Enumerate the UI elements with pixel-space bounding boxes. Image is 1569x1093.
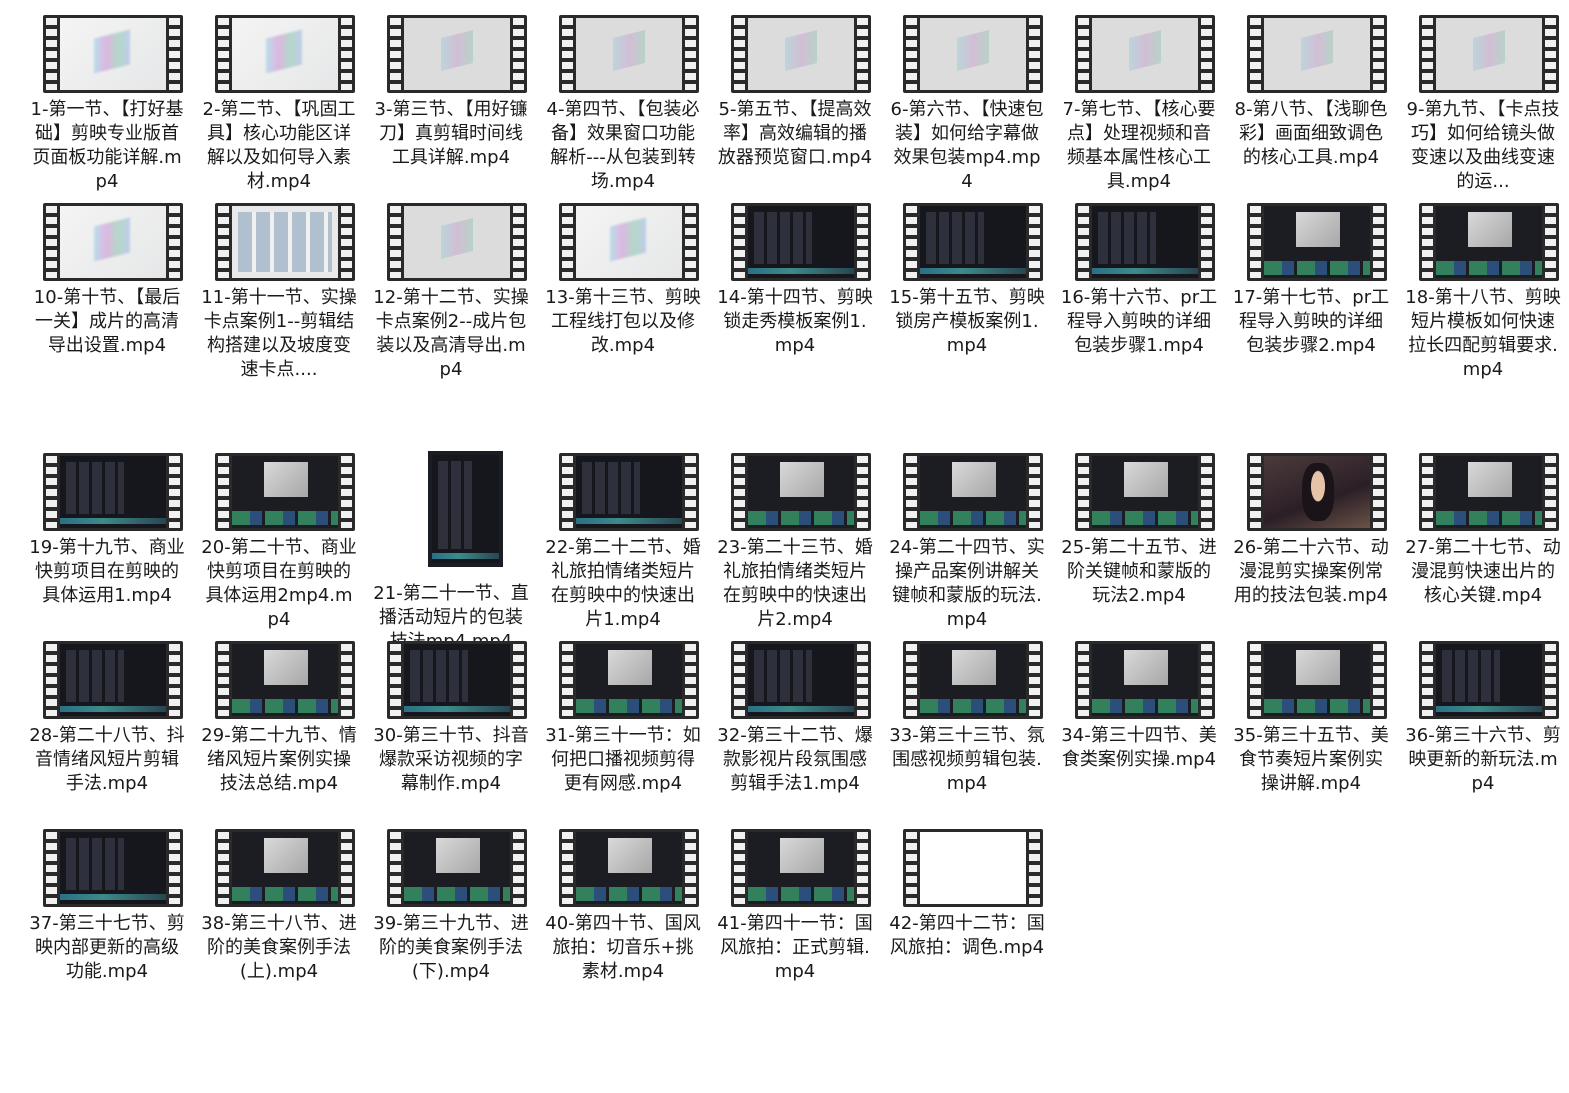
video-thumbnail bbox=[215, 829, 355, 907]
file-name-label: 12-第十二节、实操卡点案例2--成片包装以及高清导出.mp4 bbox=[373, 287, 529, 380]
video-thumbnail bbox=[731, 829, 871, 907]
file-name-label: 18-第十八节、剪映短片模板如何快速拉长四配剪辑要求.mp4 bbox=[1405, 287, 1561, 380]
file-name-label: 30-第三十节、抖音爆款采访视频的字幕制作.mp4 bbox=[373, 725, 529, 794]
video-thumbnail bbox=[1419, 641, 1559, 719]
file-name-label: 16-第十六节、pr工程导入剪映的详细包装步骤1.mp4 bbox=[1060, 287, 1218, 356]
file-name-label: 7-第七节、【核心要点】处理视频和音频基本属性核心工具.mp4 bbox=[1062, 99, 1216, 192]
file-name-label: 5-第五节、【提高效率】高效编辑的播放器预览窗口.mp4 bbox=[717, 99, 873, 168]
video-thumbnail bbox=[43, 15, 183, 93]
video-thumbnail bbox=[428, 451, 503, 567]
video-thumbnail bbox=[731, 15, 871, 93]
file-name-label: 41-第四十一节：国风旅拍：正式剪辑.mp4 bbox=[717, 913, 873, 982]
file-name-label: 40-第四十节、国风旅拍：切音乐+挑素材.mp4 bbox=[545, 913, 701, 982]
file-name-label: 17-第十七节、pr工程导入剪映的详细包装步骤2.mp4 bbox=[1232, 287, 1390, 356]
video-thumbnail bbox=[1075, 641, 1215, 719]
video-thumbnail bbox=[43, 453, 183, 531]
file-name-label: 39-第三十九节、进阶的美食案例手法(下).mp4 bbox=[373, 913, 529, 982]
video-thumbnail bbox=[1419, 453, 1559, 531]
video-thumbnail bbox=[1419, 203, 1559, 281]
file-name-label: 29-第二十九节、情绪风短片案例实操技法总结.mp4 bbox=[201, 725, 357, 794]
file-name-label: 10-第十节、【最后一关】成片的高清导出设置.mp4 bbox=[33, 287, 181, 356]
video-thumbnail bbox=[387, 641, 527, 719]
video-thumbnail bbox=[43, 203, 183, 281]
file-name-label: 20-第二十节、商业快剪项目在剪映的具体运用2mp4.mp4 bbox=[201, 537, 357, 630]
video-thumbnail bbox=[559, 15, 699, 93]
file-name-label: 26-第二十六节、动漫混剪实操案例常用的技法包装.mp4 bbox=[1233, 537, 1389, 606]
file-name-label: 24-第二十四节、实操产品案例讲解关键帧和蒙版的玩法.mp4 bbox=[889, 537, 1045, 630]
video-thumbnail bbox=[731, 453, 871, 531]
file-name-label: 25-第二十五节、进阶关键帧和蒙版的玩法2.mp4 bbox=[1061, 537, 1217, 606]
file-name-label: 32-第三十二节、爆款影视片段氛围感剪辑手法1.mp4 bbox=[717, 725, 873, 794]
video-thumbnail bbox=[215, 15, 355, 93]
video-thumbnail bbox=[215, 641, 355, 719]
file-name-label: 15-第十五节、剪映锁房产模板案例1.mp4 bbox=[889, 287, 1045, 356]
video-thumbnail bbox=[731, 203, 871, 281]
video-thumbnail bbox=[731, 641, 871, 719]
file-name-label: 14-第十四节、剪映锁走秀模板案例1.mp4 bbox=[717, 287, 873, 356]
file-name-label: 4-第四节、【包装必备】效果窗口功能解析---从包装到转场.mp4 bbox=[546, 99, 700, 192]
video-thumbnail bbox=[43, 829, 183, 907]
file-name-label: 13-第十三节、剪映工程线打包以及修改.mp4 bbox=[545, 287, 701, 356]
file-name-label: 1-第一节、【打好基础】剪映专业版首页面板功能详解.mp4 bbox=[30, 99, 184, 192]
video-thumbnail bbox=[215, 453, 355, 531]
file-name-label: 33-第三十三节、氛围感视频剪辑包装.mp4 bbox=[889, 725, 1045, 794]
video-thumbnail bbox=[903, 203, 1043, 281]
video-thumbnail bbox=[1247, 15, 1387, 93]
file-name-label: 23-第二十三节、婚礼旅拍情绪类短片在剪映中的快速出片2.mp4 bbox=[717, 537, 873, 630]
file-name-label: 9-第九节、【卡点技巧】如何给镜头做变速以及曲线变速的运... bbox=[1406, 99, 1560, 192]
video-thumbnail bbox=[1247, 453, 1387, 531]
video-thumbnail bbox=[903, 641, 1043, 719]
video-thumbnail bbox=[387, 203, 527, 281]
file-name-label: 11-第十一节、实操卡点案例1--剪辑结构搭建以及坡度变速卡点.... bbox=[201, 287, 357, 380]
file-name-label: 22-第二十二节、婚礼旅拍情绪类短片在剪映中的快速出片1.mp4 bbox=[545, 537, 701, 630]
video-thumbnail bbox=[559, 829, 699, 907]
file-name-label: 2-第二节、【巩固工具】核心功能区详解以及如何导入素材.mp4 bbox=[202, 99, 356, 192]
file-name-label: 34-第三十四节、美食类案例实操.mp4 bbox=[1061, 725, 1217, 770]
file-name-label: 36-第三十六节、剪映更新的新玩法.mp4 bbox=[1405, 725, 1561, 794]
file-name-label: 19-第十九节、商业快剪项目在剪映的具体运用1.mp4 bbox=[29, 537, 185, 606]
video-thumbnail bbox=[215, 203, 355, 281]
file-name-label: 6-第六节、【快速包装】如何给字幕做效果包装mp4.mp4 bbox=[890, 99, 1044, 192]
video-thumbnail bbox=[43, 641, 183, 719]
video-thumbnail bbox=[1247, 641, 1387, 719]
file-name-label: 28-第二十八节、抖音情绪风短片剪辑手法.mp4 bbox=[29, 725, 185, 794]
video-thumbnail bbox=[559, 641, 699, 719]
file-name-label: 27-第二十七节、动漫混剪快速出片的核心关键.mp4 bbox=[1405, 537, 1561, 606]
video-thumbnail bbox=[903, 829, 1043, 907]
file-name-label: 37-第三十七节、剪映内部更新的高级功能.mp4 bbox=[29, 913, 185, 982]
video-thumbnail bbox=[903, 453, 1043, 531]
video-thumbnail bbox=[559, 203, 699, 281]
video-thumbnail bbox=[387, 829, 527, 907]
video-thumbnail bbox=[1075, 453, 1215, 531]
video-thumbnail bbox=[1075, 203, 1215, 281]
file-name-label: 8-第八节、【浅聊色彩】画面细致调色的核心工具.mp4 bbox=[1234, 99, 1388, 168]
video-thumbnail bbox=[387, 15, 527, 93]
file-name-label: 35-第三十五节、美食节奏短片案例实操讲解.mp4 bbox=[1233, 725, 1389, 794]
file-name-label: 42-第四十二节：国风旅拍：调色.mp4 bbox=[889, 913, 1045, 958]
video-thumbnail bbox=[559, 453, 699, 531]
video-thumbnail bbox=[903, 15, 1043, 93]
file-name-label: 3-第三节、【用好镰刀】真剪辑时间线工具详解.mp4 bbox=[374, 99, 528, 168]
file-name-label: 38-第三十八节、进阶的美食案例手法(上).mp4 bbox=[201, 913, 357, 982]
video-thumbnail bbox=[1419, 15, 1559, 93]
video-thumbnail bbox=[1075, 15, 1215, 93]
video-thumbnail bbox=[1247, 203, 1387, 281]
file-name-label: 31-第三十一节：如何把口播视频剪得更有网感.mp4 bbox=[545, 725, 701, 794]
